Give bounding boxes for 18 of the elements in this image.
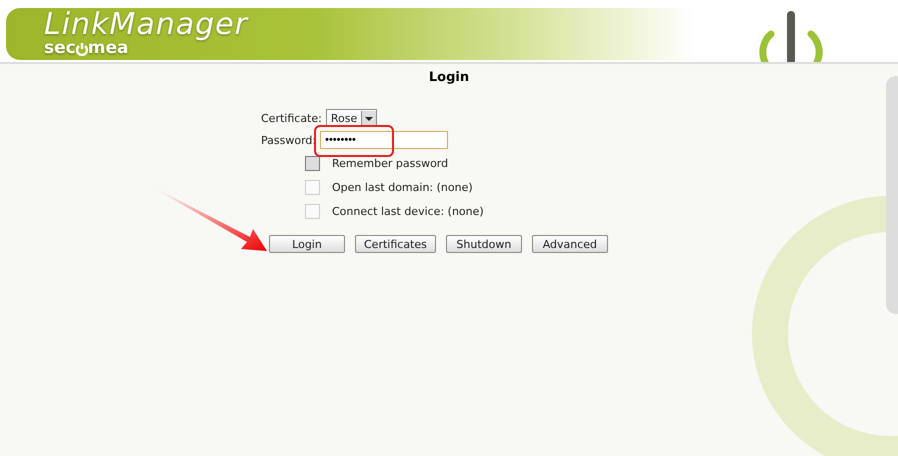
password-field[interactable]: •••••••• (320, 131, 448, 149)
caret-icon[interactable] (361, 111, 376, 125)
action-button[interactable]: Advanced (532, 235, 608, 253)
action-button[interactable]: Certificates (355, 235, 436, 253)
power-icon (757, 10, 825, 62)
field-label: Certificate: (261, 112, 322, 124)
power-icon (76, 42, 88, 56)
checkbox-label: Open last domain: (none) (332, 180, 473, 194)
field-label: Password: (261, 134, 316, 146)
action-button[interactable]: Login (269, 235, 345, 253)
brand-name: mea (88, 40, 128, 57)
action-button[interactable]: Shutdown (446, 235, 522, 253)
checkbox[interactable] (305, 156, 320, 170)
brand-name: sec (44, 40, 76, 57)
checkbox-label: Connect last device: (none) (332, 204, 484, 218)
page-title: Login (428, 69, 470, 85)
checkbox-label: Remember password (332, 156, 448, 170)
product-name: LinkManager (44, 10, 250, 40)
